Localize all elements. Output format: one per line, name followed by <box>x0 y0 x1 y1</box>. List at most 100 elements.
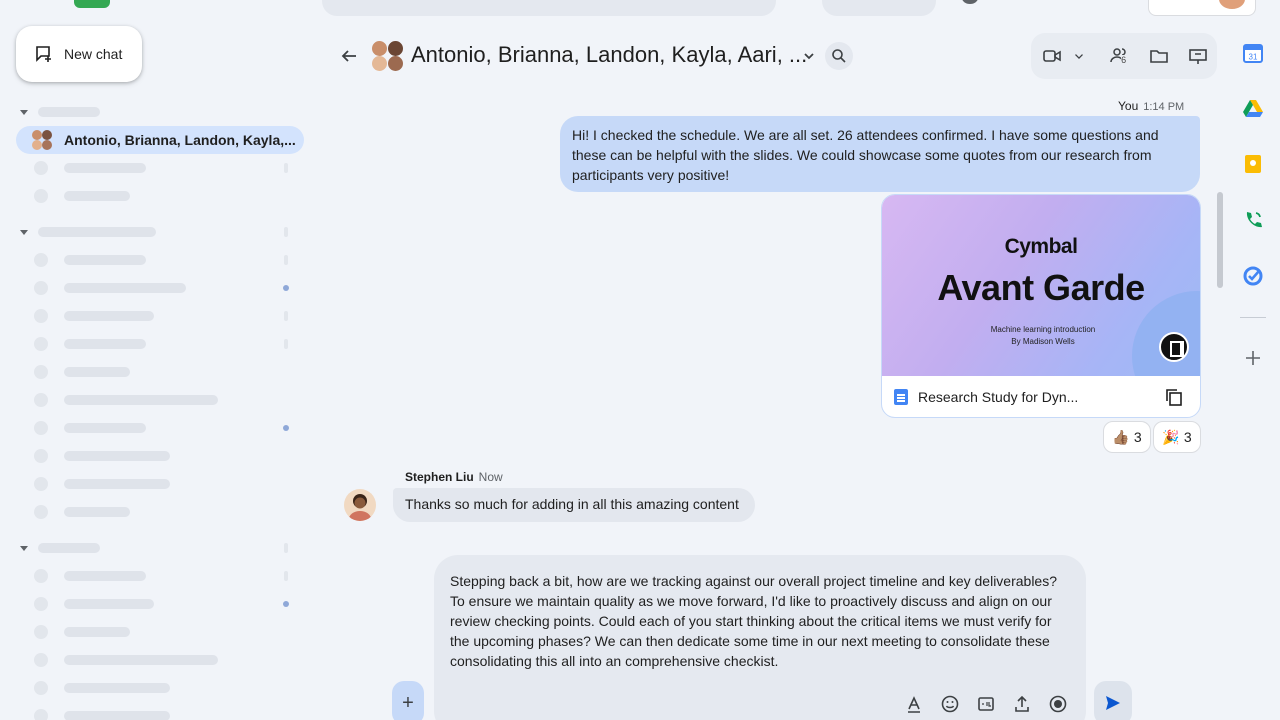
search-in-chat-button[interactable] <box>825 42 853 70</box>
preview-title: Avant Garde <box>937 267 1145 308</box>
reaction-chip[interactable]: 👍🏽 3 <box>1103 421 1151 453</box>
caret-down-icon <box>20 229 28 235</box>
copy-icon[interactable] <box>1164 387 1184 407</box>
present-button[interactable] <box>1178 33 1217 79</box>
attachment-footer[interactable]: Research Study for Dyn... <box>882 376 1200 417</box>
reaction-count: 3 <box>1133 429 1142 445</box>
chevron-down-icon[interactable] <box>802 49 816 63</box>
sidebar-item[interactable] <box>34 681 170 695</box>
sidebar-item[interactable] <box>34 709 170 720</box>
keep-icon[interactable] <box>1242 153 1264 175</box>
incoming-message-bubble[interactable]: Thanks so much for adding in all this am… <box>393 488 755 522</box>
emoji-icon[interactable] <box>940 694 960 714</box>
sidebar-item[interactable] <box>34 337 146 351</box>
sidebar-item[interactable] <box>34 309 154 323</box>
person-avatar-icon <box>348 494 372 521</box>
sidebar-item-active-conversation[interactable]: Antonio, Brianna, Landon, Kayla,... <box>16 126 304 154</box>
outgoing-message-bubble[interactable]: Hi! I checked the schedule. We are all s… <box>560 116 1200 192</box>
new-chat-label: New chat <box>64 46 123 62</box>
message-time: 1:14 PM <box>1143 101 1185 113</box>
sidebar-item[interactable] <box>34 597 154 611</box>
add-icon[interactable] <box>1242 347 1264 369</box>
send-button[interactable] <box>1094 681 1132 720</box>
status-selector[interactable] <box>822 0 936 16</box>
record-icon[interactable] <box>1048 694 1068 714</box>
rail-divider <box>1240 317 1266 318</box>
top-search-bar[interactable] <box>322 0 776 16</box>
attachment-preview[interactable]: Cymbal Avant Garde Machine learning intr… <box>882 195 1200 376</box>
send-icon <box>1106 696 1120 710</box>
plus-icon: + <box>402 691 414 714</box>
new-chat-button[interactable]: New chat <box>16 26 142 82</box>
add-attachment-button[interactable]: + <box>392 681 424 720</box>
gif-icon[interactable] <box>976 694 996 714</box>
new-chat-icon <box>36 46 51 62</box>
message-time: Now <box>478 470 503 484</box>
format-text-icon[interactable] <box>904 694 924 714</box>
sidebar-item[interactable] <box>34 625 130 639</box>
sidebar-item[interactable] <box>34 421 146 435</box>
account-chip[interactable] <box>1148 0 1256 16</box>
tasks-icon[interactable] <box>1242 265 1264 287</box>
svg-text:31: 31 <box>1249 53 1258 62</box>
caret-down-icon <box>20 545 28 551</box>
back-arrow-icon[interactable] <box>340 47 358 65</box>
avatar[interactable] <box>344 489 376 521</box>
sidebar-item[interactable] <box>34 393 218 407</box>
sidebar-item[interactable] <box>34 569 146 583</box>
message-list-scrollbar[interactable] <box>1217 192 1223 288</box>
incoming-message-meta: Stephen Liu Now <box>405 470 503 484</box>
reaction-count: 3 <box>1183 429 1192 445</box>
group-avatar <box>372 40 404 72</box>
slides-doc-icon <box>894 389 908 405</box>
sender-name: You <box>1118 99 1139 113</box>
party-popper-icon: 🎉 <box>1162 428 1180 445</box>
unread-dot <box>283 285 289 291</box>
attachment-file-name: Research Study for Dyn... <box>918 389 1079 405</box>
sidebar-item[interactable] <box>34 477 170 491</box>
composer-toolbar <box>904 694 1068 714</box>
reaction-chip[interactable]: 🎉 3 <box>1153 421 1201 453</box>
video-call-icon <box>1043 50 1062 62</box>
sidebar-item[interactable] <box>34 161 146 175</box>
drive-icon[interactable] <box>1242 97 1264 119</box>
conversation-title[interactable]: Antonio, Brianna, Landon, Kayla, Aari, .… <box>411 42 807 68</box>
present-icon <box>1188 49 1207 64</box>
upload-icon[interactable] <box>1012 694 1032 714</box>
preview-logo-icon <box>1159 332 1189 362</box>
chat-logo <box>74 0 110 8</box>
files-button[interactable] <box>1140 33 1179 79</box>
search-icon <box>832 49 846 63</box>
sidebar-item[interactable] <box>34 281 186 295</box>
caret-down-icon <box>20 109 28 115</box>
sidebar-section-header[interactable] <box>20 107 100 117</box>
sidebar-item[interactable] <box>34 505 130 519</box>
help-icon[interactable] <box>962 0 978 4</box>
preview-author: By Madison Wells <box>1011 337 1075 346</box>
sidebar-section-header[interactable] <box>20 227 156 237</box>
voice-icon[interactable] <box>1242 209 1264 231</box>
sidebar-item[interactable] <box>34 653 218 667</box>
members-button[interactable]: 6 <box>1099 33 1140 79</box>
sidebar-item-label: Antonio, Brianna, Landon, Kayla,... <box>64 132 296 148</box>
header-toolbar: 6 <box>1031 33 1217 79</box>
section-label-placeholder <box>38 107 100 117</box>
preview-subtitle: Machine learning introduction <box>990 325 1096 334</box>
group-avatar-icon <box>32 130 52 150</box>
people-icon <box>1110 48 1127 63</box>
sidebar-item[interactable] <box>34 253 146 267</box>
preview-brand: Cymbal <box>1004 235 1078 258</box>
sidebar-item[interactable] <box>34 189 130 203</box>
chevron-down-icon <box>1075 54 1084 59</box>
sidebar-item[interactable] <box>34 449 170 463</box>
sidebar-section-header[interactable] <box>20 543 100 553</box>
member-count-badge: 6 <box>1121 55 1127 65</box>
attachment-card[interactable]: Cymbal Avant Garde Machine learning intr… <box>881 194 1201 418</box>
video-options-dropdown[interactable] <box>1070 33 1089 79</box>
sidebar-item[interactable] <box>34 365 130 379</box>
unread-dot <box>283 601 289 607</box>
folder-icon <box>1150 50 1168 63</box>
unread-dot <box>283 425 289 431</box>
calendar-icon[interactable]: 31 <box>1242 42 1264 64</box>
video-call-button[interactable] <box>1035 33 1070 79</box>
